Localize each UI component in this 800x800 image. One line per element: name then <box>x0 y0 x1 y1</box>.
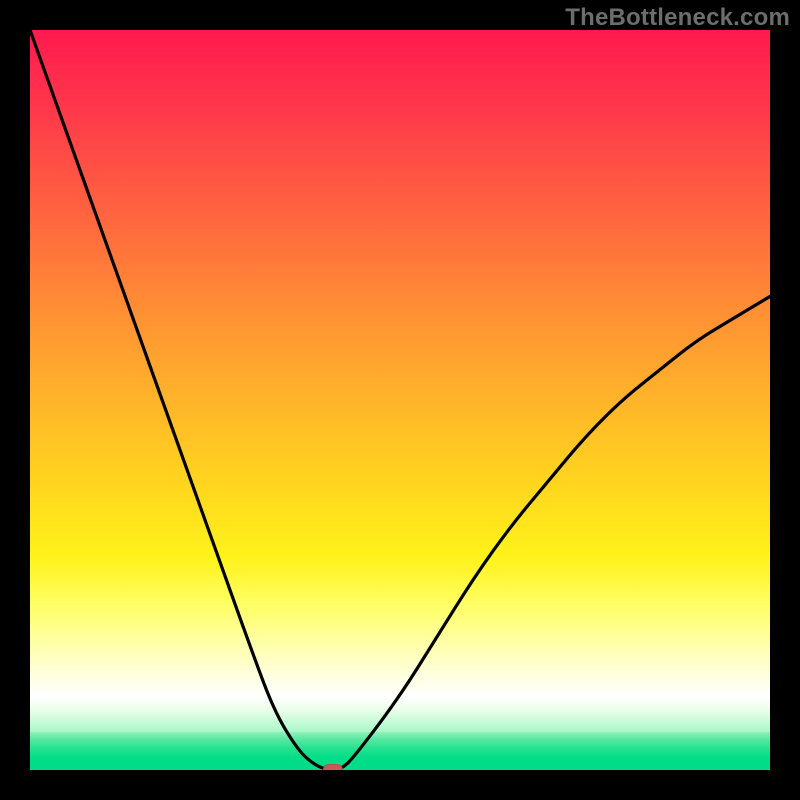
bottleneck-curve <box>30 30 770 770</box>
optimal-marker <box>323 764 343 770</box>
plot-area <box>30 30 770 770</box>
outer-frame: TheBottleneck.com <box>0 0 800 800</box>
watermark-text: TheBottleneck.com <box>565 4 790 32</box>
